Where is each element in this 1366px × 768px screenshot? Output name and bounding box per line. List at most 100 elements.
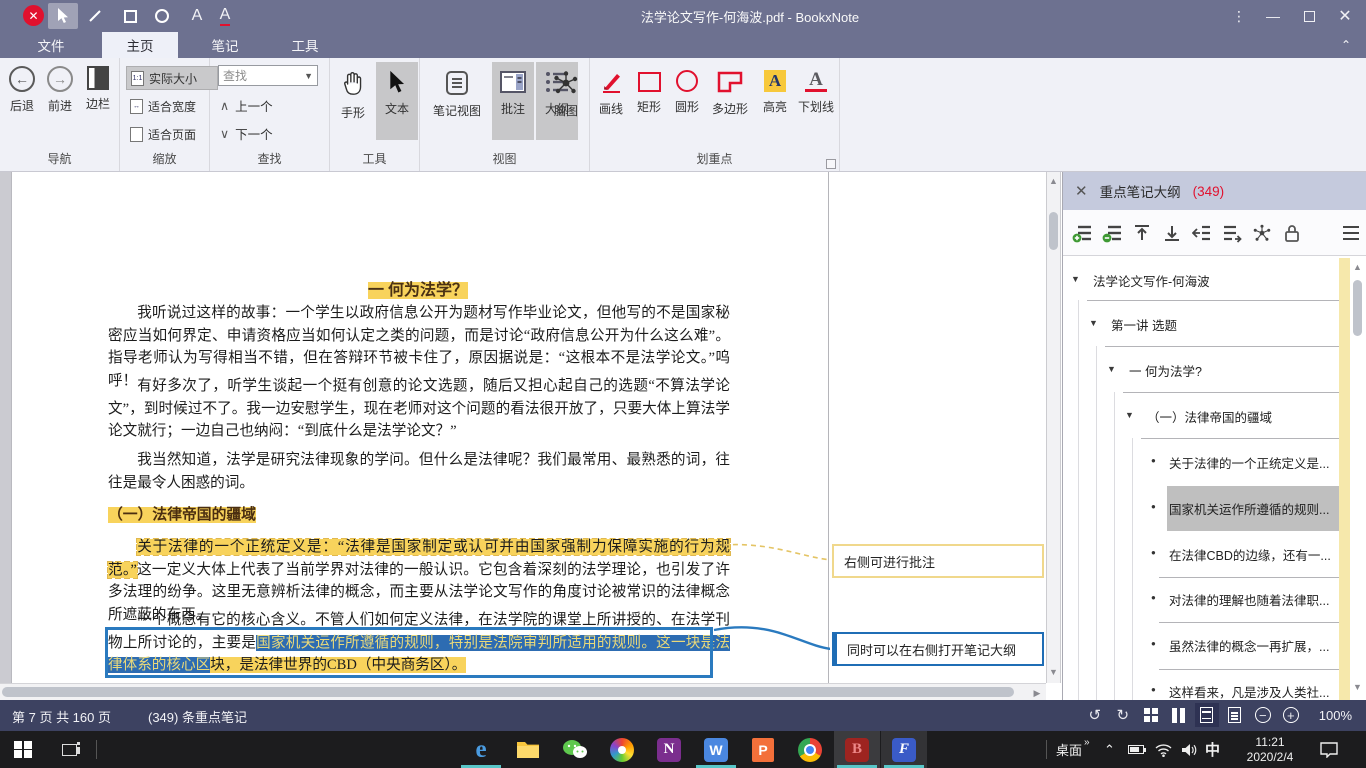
thumbnail-grid-icon[interactable] [1139,703,1163,727]
doc-heading-highlight[interactable]: （一）法律帝国的疆域 [108,507,256,523]
two-page-view-icon[interactable] [1167,703,1191,727]
clock[interactable]: 11:21 2020/2/4 [1236,731,1304,768]
taskbar-chrome[interactable] [787,731,833,768]
actual-size-button[interactable]: 1:1 实际大小 [126,66,218,90]
document-hscrollbar[interactable]: ▶ [0,683,1046,700]
action-center-icon[interactable] [1320,731,1338,768]
hand-tool-button[interactable]: 手形 [332,62,374,140]
collapse-triangle-icon[interactable]: ▼ [1125,410,1134,420]
outline-scroll-up[interactable]: ▲ [1351,262,1364,272]
hl-highlight-button[interactable]: A 高亮 [754,62,796,140]
remove-note-icon[interactable] [1101,222,1122,243]
hl-circle-button[interactable]: 圆形 [666,62,708,140]
find-combobox[interactable]: 查找 ▼ [218,65,318,86]
sidebar-button[interactable]: 边栏 [78,66,118,112]
taskbar-wps-writer[interactable]: W [693,731,739,768]
mindmap-node-icon[interactable] [1251,222,1272,243]
tab-home[interactable]: 主页 [102,32,178,58]
select-tool-button[interactable] [48,3,78,29]
zoom-level[interactable]: 100% [1319,708,1352,723]
taskbar-edge[interactable]: e [458,731,504,768]
move-down-icon[interactable] [1161,222,1182,243]
lock-icon[interactable] [1281,222,1302,243]
tree-label[interactable]: 一 何为法学? [1129,361,1337,380]
text-tool-button[interactable]: 文本 [376,62,418,140]
taskbar-bookxnote[interactable]: B [834,731,880,768]
outline-scrollbar[interactable]: ▲ ▼ [1351,262,1364,700]
annotate-view-button[interactable]: 批注 [492,62,534,140]
ribbon-pin-icon[interactable] [826,159,836,169]
taskbar-explorer[interactable] [505,731,551,768]
taskbar-fences[interactable]: F [881,731,927,768]
underline-tool-button[interactable]: A [210,3,240,29]
outline-scroll-down[interactable]: ▼ [1351,682,1364,692]
vscroll-thumb[interactable] [1049,212,1058,250]
hscroll-right-arrow[interactable]: ▶ [1032,688,1042,699]
tree-label[interactable]: 虽然法律的概念一再扩展，... [1169,636,1337,655]
taskbar-browser360[interactable] [599,731,645,768]
tree-label[interactable]: 第一讲 选题 [1111,315,1337,334]
forward-button[interactable]: → 前进 [40,66,80,114]
volume-icon[interactable] [1181,731,1197,768]
annotation-note-1[interactable]: 右侧可进行批注 [832,544,1044,578]
menu-dots-button[interactable]: ⋮ [1222,0,1256,32]
tree-label[interactable]: 关于法律的一个正统定义是... [1169,453,1337,472]
taskbar-onenote[interactable]: N [646,731,692,768]
outline-menu-icon[interactable] [1340,222,1361,243]
fit-page-button[interactable]: 适合页面 [126,122,218,146]
vscroll-up-arrow[interactable]: ▲ [1047,176,1060,186]
tree-label[interactable]: 对法律的理解也随着法律职... [1169,590,1337,609]
start-button[interactable] [0,731,46,768]
close-button[interactable]: ✕ [1328,0,1362,32]
vscroll-down-arrow[interactable]: ▼ [1047,667,1060,677]
zoom-in-icon[interactable]: + [1279,703,1303,727]
tree-label[interactable]: （一）法律帝国的疆域 [1147,407,1337,426]
zoom-out-icon[interactable]: − [1251,703,1275,727]
collapse-triangle-icon[interactable]: ▼ [1107,364,1116,374]
collapse-ribbon-chevron[interactable]: ⌃ [1332,32,1360,58]
ime-indicator[interactable]: 中 [1205,731,1220,768]
document-vscrollbar[interactable]: ▲ ▼ [1046,172,1061,683]
tab-note[interactable]: 笔记 [196,32,254,58]
hl-rect-button[interactable]: 矩形 [628,62,670,140]
note-view-button[interactable]: 笔记视图 [424,62,490,140]
find-prev-button[interactable]: ∧ 上一个 [220,94,320,116]
fit-width-button[interactable]: ↔ 适合宽度 [126,94,218,118]
find-next-button[interactable]: ∨ 下一个 [220,122,320,144]
single-page-view-icon[interactable] [1223,703,1247,727]
circle-tool-button[interactable] [147,3,177,29]
outdent-icon[interactable] [1191,222,1212,243]
tree-label[interactable]: 这样看来，凡是涉及人类社... [1169,682,1337,701]
tab-file[interactable]: 文件 [22,32,80,58]
mindmap-view-button[interactable]: 脑图 [544,62,588,140]
rect-tool-button[interactable] [115,3,145,29]
hl-polygon-button[interactable]: 多边形 [704,62,756,140]
battery-icon[interactable] [1128,731,1146,768]
annotation-note-2[interactable]: 同时可以在右侧打开笔记大纲 [832,632,1044,666]
tray-expand-button[interactable]: ⌃ [1104,731,1115,768]
continuous-view-icon[interactable] [1194,703,1219,727]
outline-close-icon[interactable]: ✕ [1075,182,1088,200]
pen-tool-button[interactable] [80,3,110,29]
back-button[interactable]: ← 后退 [2,66,42,114]
collapse-triangle-icon[interactable]: ▼ [1071,274,1080,284]
quick-close-button[interactable]: ✕ [23,5,44,26]
tree-label[interactable]: 法学论文写作-何海波 [1093,271,1337,290]
doc-title-highlight[interactable]: 一 何为法学？ [367,282,468,299]
tab-tool[interactable]: 工具 [276,32,334,58]
rotate-ccw-icon[interactable]: ↺ [1083,703,1107,727]
outline-scroll-thumb[interactable] [1353,280,1362,336]
move-up-icon[interactable] [1131,222,1152,243]
taskbar-wechat[interactable] [552,731,598,768]
collapse-triangle-icon[interactable]: ▼ [1089,318,1098,328]
indent-icon[interactable] [1221,222,1242,243]
hscroll-thumb[interactable] [2,687,1014,697]
maximize-button[interactable] [1292,0,1326,32]
annotation-column[interactable]: 右侧可进行批注 同时可以在右侧打开笔记大纲 [830,172,1046,683]
show-desktop-label[interactable]: 桌面» [1056,731,1090,768]
wifi-icon[interactable] [1155,731,1172,768]
draw-line-button[interactable]: 画线 [590,62,632,140]
tree-label[interactable]: 在法律CBD的边缘，还有一... [1169,545,1337,564]
taskbar-wps-presentation[interactable]: P [740,731,786,768]
highlight-tool-button[interactable]: A [182,3,212,29]
